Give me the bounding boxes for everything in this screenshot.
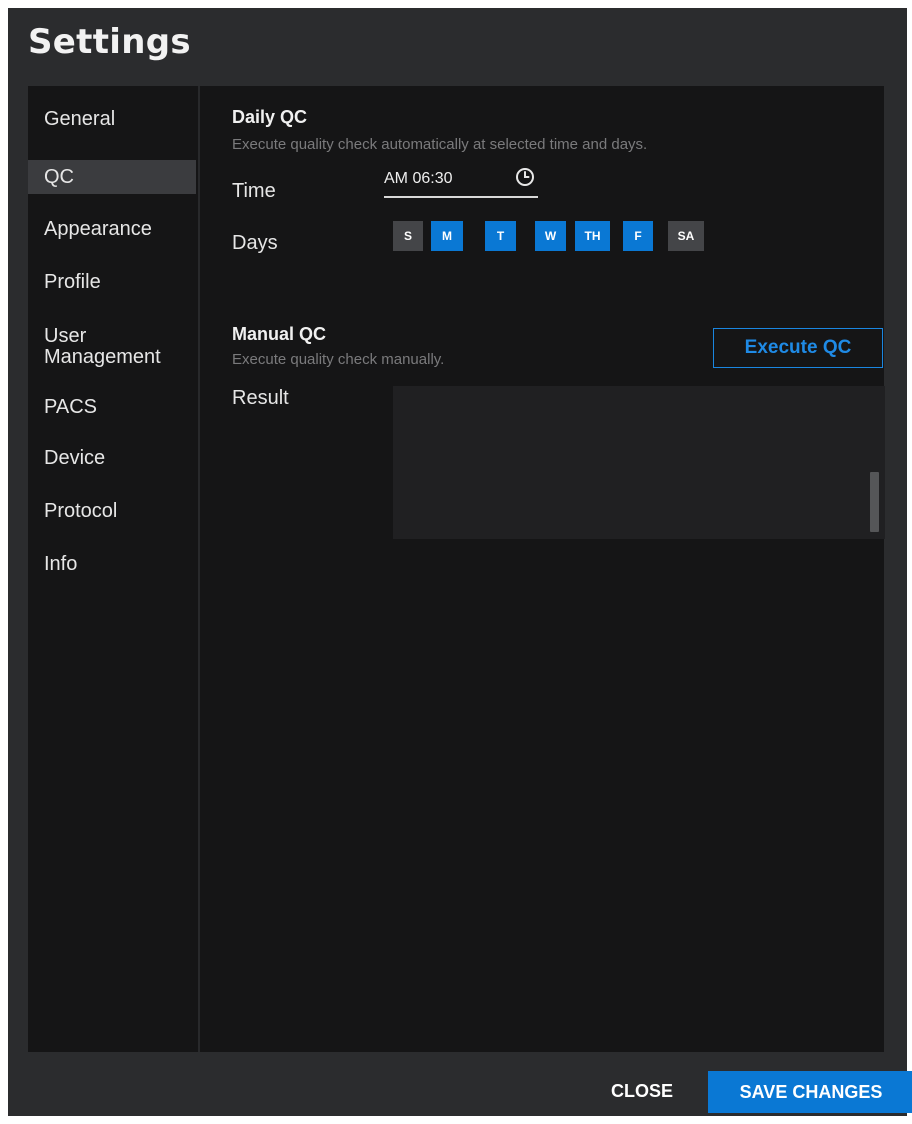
sidebar-item-label-line2: Management [44, 346, 161, 368]
day-monday-toggle[interactable]: M [431, 221, 463, 251]
day-saturday-toggle[interactable]: SA [668, 221, 704, 251]
day-sunday-toggle[interactable]: S [393, 221, 423, 251]
sidebar-item-protocol[interactable]: Protocol [28, 494, 196, 528]
days-label: Days [232, 232, 278, 254]
sidebar-item-info[interactable]: Info [28, 547, 196, 581]
sidebar-item-general[interactable]: General [28, 102, 196, 136]
time-label: Time [232, 180, 276, 202]
sidebar-item-qc[interactable]: QC [28, 160, 196, 194]
save-changes-button[interactable]: SAVE CHANGES [708, 1071, 912, 1113]
clock-icon[interactable] [514, 166, 536, 188]
manual-qc-description: Execute quality check manually. [232, 351, 445, 368]
close-button[interactable]: CLOSE [598, 1071, 686, 1111]
sidebar: General QC Appearance Profile User Manag… [28, 86, 200, 1052]
dialog-title: Settings [28, 22, 191, 62]
day-wednesday-toggle[interactable]: W [535, 221, 566, 251]
daily-qc-description: Execute quality check automatically at s… [232, 136, 648, 153]
result-output[interactable] [393, 386, 885, 539]
execute-qc-button[interactable]: Execute QC [713, 328, 883, 368]
settings-panel: General QC Appearance Profile User Manag… [28, 86, 885, 1052]
settings-dialog: Settings General QC Appearance Profile U… [8, 8, 912, 1116]
sidebar-item-device[interactable]: Device [28, 441, 196, 475]
result-scrollbar[interactable] [870, 472, 879, 532]
manual-qc-title: Manual QC [232, 324, 327, 344]
day-friday-toggle[interactable]: F [623, 221, 653, 251]
daily-qc-title: Daily QC [232, 107, 308, 127]
result-label: Result [232, 387, 289, 409]
sidebar-item-label-line1: User [44, 325, 87, 347]
sidebar-item-appearance[interactable]: Appearance [28, 212, 196, 246]
time-picker[interactable]: AM 06:30 [384, 166, 538, 198]
qc-content: Daily QC Execute quality check automatic… [198, 86, 885, 1052]
time-value: AM 06:30 [384, 170, 453, 187]
sidebar-item-profile[interactable]: Profile [28, 265, 196, 299]
day-thursday-toggle[interactable]: TH [575, 221, 610, 251]
day-tuesday-toggle[interactable]: T [485, 221, 516, 251]
sidebar-item-user-management[interactable]: User Management [28, 326, 196, 370]
sidebar-item-pacs[interactable]: PACS [28, 390, 196, 424]
